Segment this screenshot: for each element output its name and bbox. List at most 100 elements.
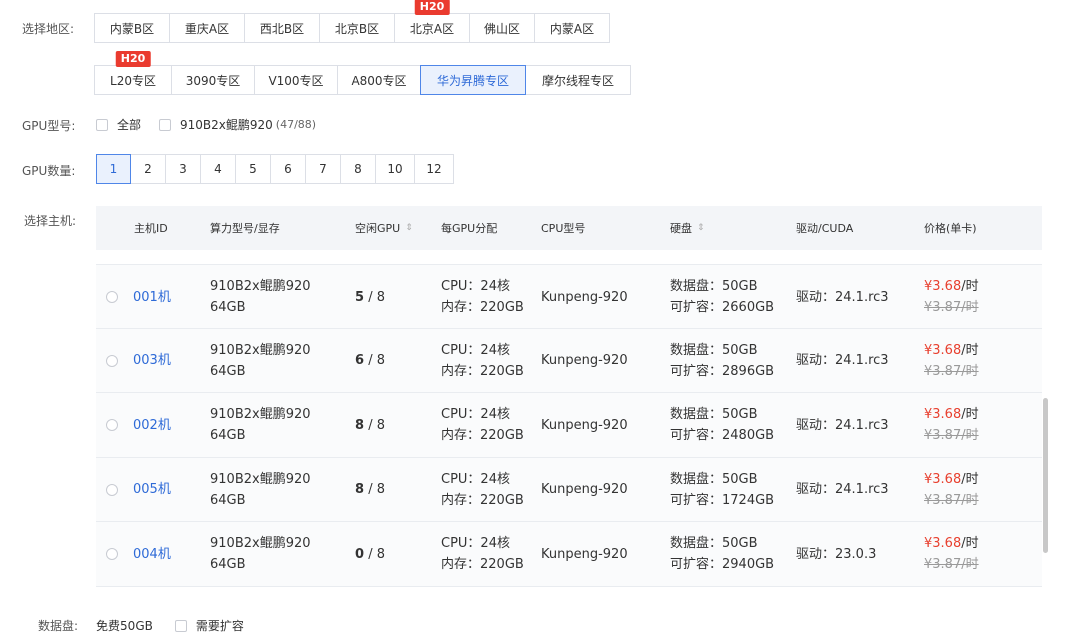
region-tab-huawei-ascend[interactable]: 华为昇腾专区 [420,65,526,95]
host-free-gpu: 6 / 8 [355,353,385,368]
host-ram: 内存：220GB [441,363,524,379]
host-old-price: ¥3.87/时 [924,557,979,572]
host-radio[interactable] [106,483,118,496]
host-model: 910B2x鲲鹏920 [210,471,311,487]
host-cpu: CPU：24核 [441,536,510,551]
gpu-model-910b2-count: (47/88) [275,118,317,131]
col-free-gpu[interactable]: 空闲GPU ⇕ [355,206,413,250]
host-mem: 64GB [210,492,246,508]
region-tab-chongqing-a[interactable]: 重庆A区 [169,13,245,43]
col-driver: 驱动/CUDA [796,222,854,235]
expand-disk-label: 需要扩容 [195,619,244,633]
host-old-price: ¥3.87/时 [924,492,979,508]
gpu-model-all-checkbox[interactable] [96,118,108,131]
host-ram: 内存：220GB [441,557,524,572]
host-radio[interactable] [106,419,118,431]
host-free-gpu: 8 / 8 [355,482,385,497]
region-tab-v100[interactable]: V100专区 [254,65,338,95]
host-radio[interactable] [106,291,118,303]
host-cpu-model: Kunpeng-920 [541,289,628,305]
gpu-model-options: 全部 910B2x鲲鹏920 (47/88) [96,116,316,133]
host-price: ¥3.68/时 [924,536,979,551]
host-table: 主机ID 算力型号/显存 空闲GPU ⇕ 每GPU分配 CPU型号 硬盘 ⇕ 驱动/… [96,206,1042,587]
region-tab-l20[interactable]: H20 L20专区 [94,51,172,95]
region-tab-beijing-b[interactable]: 北京B区 [319,13,395,43]
host-id[interactable]: 002机 [133,415,171,436]
gpu-model-910b2-label: 910B2x鲲鹏920 [180,118,273,132]
host-cpu: CPU：24核 [441,407,510,422]
host-cpu-model: Kunpeng-920 [541,417,628,433]
host-radio[interactable] [106,354,118,367]
host-cpu: CPU：24核 [441,342,510,358]
region-badge-h20-l20: H20 [115,51,151,67]
region-tab-beijing-a[interactable]: H20 北京A区 [394,0,470,43]
table-row[interactable]: 002机 910B2x鲲鹏920 64GB 8 / 8 CPU：24核 内存：220… [96,393,1042,458]
gpu-count-2[interactable]: 2 [130,154,166,184]
region-tab-a800[interactable]: A800专区 [337,65,421,95]
table-row[interactable]: 001机 910B2x鲲鹏920 64GB 5 / 8 CPU：24核 内存：220… [96,264,1042,329]
col-model: 算力型号/显存 [210,222,280,235]
host-disk: 数据盘：50GB [670,407,758,422]
data-disk-label: 数据盘: [38,619,79,633]
gpu-count-8[interactable]: 8 [340,154,376,184]
table-row[interactable]: 004机 910B2x鲲鹏920 64GB 0 / 8 CPU：24核 内存：220… [96,522,1042,587]
host-cpu: CPU：24核 [441,279,510,294]
host-driver: 驱动：24.1.rc3 [796,417,889,433]
expand-disk-checkbox[interactable] [174,619,187,632]
region-badge-h20: H20 [414,0,450,15]
host-ram: 内存：220GB [441,428,524,443]
gpu-count-5[interactable]: 5 [235,154,271,184]
host-ram: 内存：220GB [441,492,524,508]
region-row-1: 内蒙B区 重庆A区 西北B区 北京B区 H20 北京A区 佛山区 内蒙A区 [94,0,610,43]
host-id[interactable]: 005机 [133,479,171,500]
host-model: 910B2x鲲鹏920 [210,407,311,422]
host-id[interactable]: 001机 [133,287,171,308]
table-scrollbar[interactable] [1043,398,1048,553]
gpu-count-1[interactable]: 1 [96,154,131,184]
host-cpu-model: Kunpeng-920 [541,482,628,497]
host-id[interactable]: 003机 [133,350,171,371]
host-price: ¥3.68/时 [924,279,979,294]
host-cpu-model: Kunpeng-920 [541,353,628,368]
host-label: 选择主机: [24,214,77,228]
region-tab-xibei-b[interactable]: 西北B区 [244,13,320,43]
region-tab-neimeng-b[interactable]: 内蒙B区 [94,13,170,43]
gpu-model-910b2-checkbox[interactable] [159,118,172,131]
host-disk: 数据盘：50GB [670,536,758,551]
host-free-gpu: 0 / 8 [355,546,385,562]
col-disk[interactable]: 硬盘 ⇕ [670,206,705,250]
region-label: 选择地区: [22,22,75,36]
host-old-price: ¥3.87/时 [924,300,979,315]
host-expand: 可扩容：2660GB [670,300,775,315]
region-tab-neimeng-a[interactable]: 内蒙A区 [534,13,610,43]
host-free-gpu: 8 / 8 [355,417,385,433]
col-host-id: 主机ID [134,222,168,235]
data-disk-row: 数据盘: 免费50GB 需要扩容 [38,617,244,634]
host-driver: 驱动：24.1.rc3 [796,353,889,368]
host-mem: 64GB [210,300,246,315]
gpu-count-6[interactable]: 6 [270,154,306,184]
sort-icon[interactable]: ⇕ [697,223,705,233]
table-row[interactable]: 003机 910B2x鲲鹏920 64GB 6 / 8 CPU：24核 内存：220… [96,328,1042,393]
gpu-count-12[interactable]: 12 [414,154,454,184]
gpu-count-3[interactable]: 3 [165,154,201,184]
table-row[interactable]: 005机 910B2x鲲鹏920 64GB 8 / 8 CPU：24核 内存：220… [96,457,1042,522]
col-cpu-model: CPU型号 [541,222,586,235]
host-radio[interactable] [106,548,118,560]
host-free-gpu: 5 / 8 [355,289,385,305]
gpu-count-selector: 1 2 3 4 5 6 7 8 10 12 [96,154,454,184]
region-tab-foshan[interactable]: 佛山区 [469,13,535,43]
gpu-count-4[interactable]: 4 [200,154,236,184]
gpu-count-10[interactable]: 10 [375,154,415,184]
host-model: 910B2x鲲鹏920 [210,536,311,551]
data-disk-value: 免费50GB [96,619,153,633]
region-tab-moore-threads[interactable]: 摩尔线程专区 [525,65,631,95]
col-per-gpu: 每GPU分配 [441,222,498,235]
host-mem: 64GB [210,557,246,572]
sort-icon[interactable]: ⇕ [405,223,413,233]
host-expand: 可扩容：2896GB [670,363,775,379]
gpu-count-7[interactable]: 7 [305,154,341,184]
host-table-header: 主机ID 算力型号/显存 空闲GPU ⇕ 每GPU分配 CPU型号 硬盘 ⇕ 驱动/… [96,206,1042,250]
host-id[interactable]: 004机 [133,544,171,565]
region-tab-3090[interactable]: 3090专区 [171,65,255,95]
